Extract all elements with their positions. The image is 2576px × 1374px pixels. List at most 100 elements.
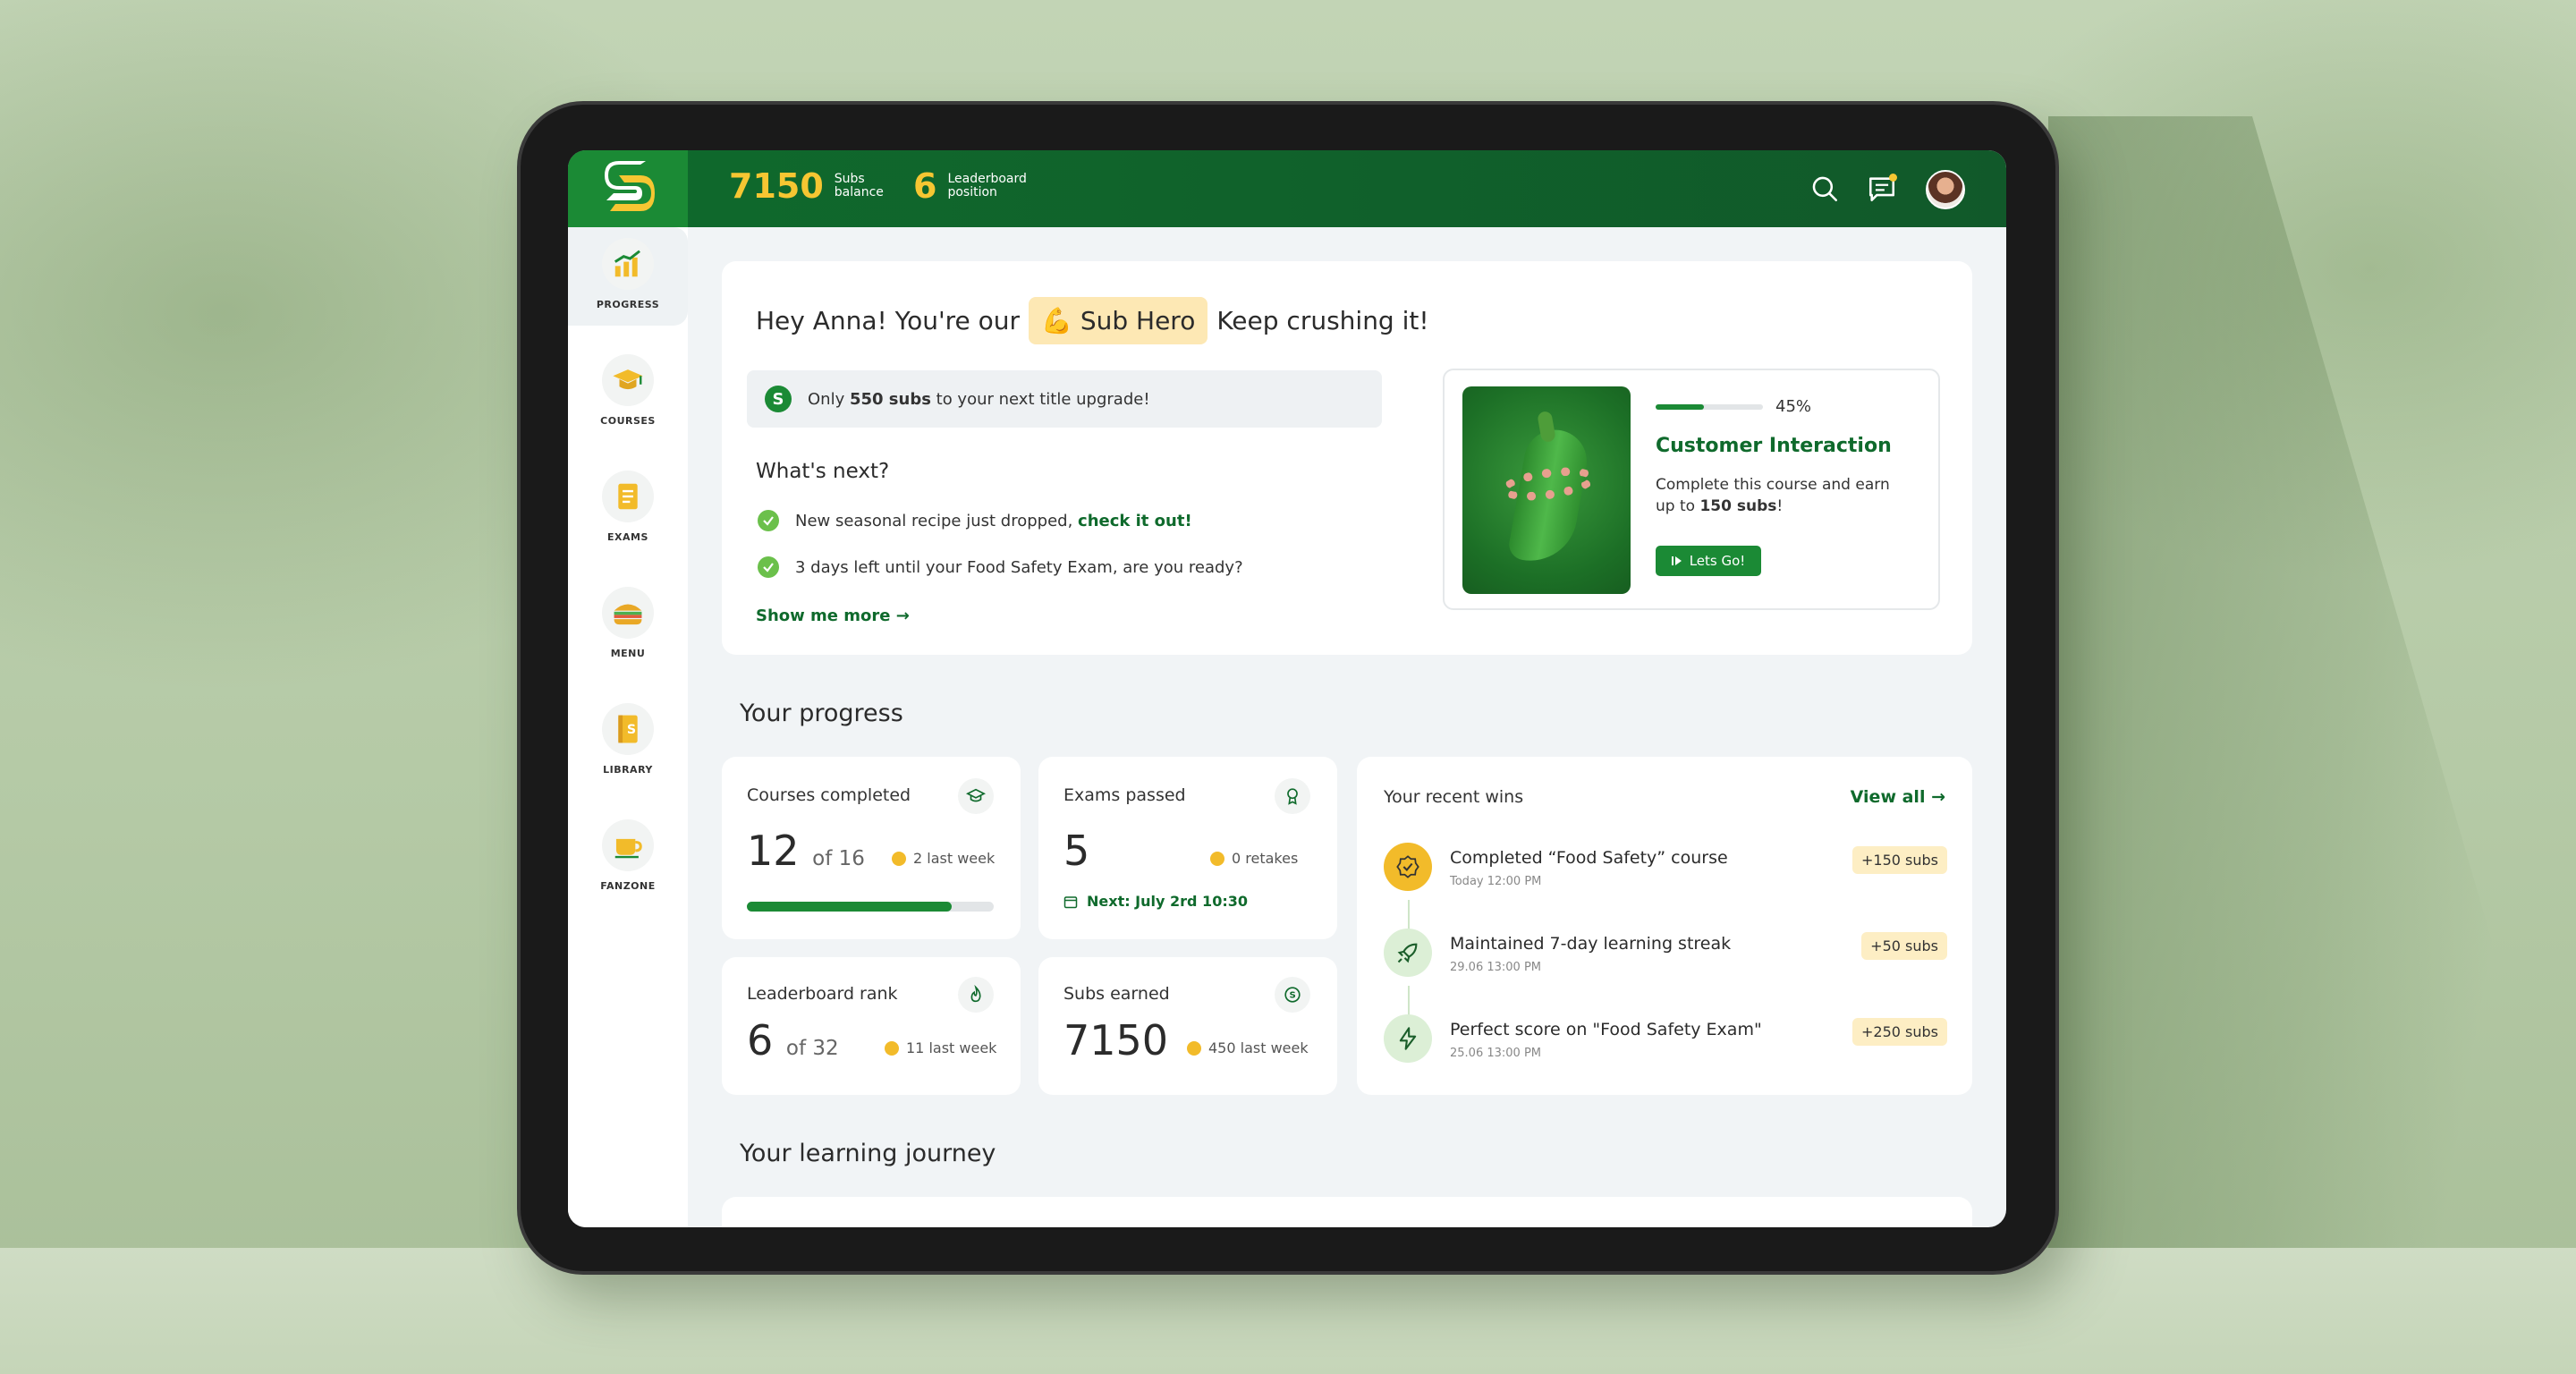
courses-progress-fill (747, 902, 953, 912)
cup-icon-wrap (602, 819, 654, 871)
app-screen: 7150 Subs balance 6 Leaderboard position… (568, 150, 2006, 1227)
view-all-link[interactable]: View all → (1851, 787, 1945, 807)
subs-earned-card[interactable]: Subs earned S 7150 450 last week (1038, 957, 1337, 1095)
win-badge: +250 subs (1852, 1018, 1947, 1046)
lets-go-button[interactable]: Lets Go! (1656, 546, 1761, 576)
sidebar: PROGRESS COURSES EXAMS MENU S LIBRARY FA… (568, 227, 688, 1227)
stat-label: Courses completed (747, 785, 911, 805)
journey-card (722, 1197, 1972, 1227)
hero-greeting: Hey Anna! You're our 💪 Sub Hero Keep cru… (756, 297, 1429, 344)
leaderboard-label: Leaderboard position (947, 172, 1027, 199)
chart-icon (614, 250, 640, 277)
graduation-cap-icon (613, 369, 643, 390)
flame-icon (958, 977, 994, 1013)
award-icon (1275, 778, 1310, 814)
stat-value: 12 of 16 (747, 827, 865, 875)
coin-icon (1187, 1040, 1201, 1056)
win-item[interactable]: Completed “Food Safety” course Today 12:… (1384, 843, 1947, 896)
greeting-pre: Hey Anna! You're our (756, 306, 1021, 335)
sidebar-item-exams[interactable]: EXAMS (568, 460, 688, 558)
exams-note: 0 retakes (1232, 850, 1299, 867)
win-time: 25.06 13:00 PM (1450, 1047, 1542, 1060)
show-more-link[interactable]: Show me more → (756, 606, 910, 625)
course-title: Customer Interaction (1656, 435, 1892, 457)
win-text: Perfect score on "Food Safety Exam" (1450, 1020, 1762, 1039)
svg-text:S: S (1290, 991, 1296, 1001)
title-badge: 💪 Sub Hero (1029, 297, 1208, 344)
upgrade-banner: S Only 550 subs to your next title upgra… (747, 370, 1382, 428)
subs-balance-value: 7150 (729, 166, 824, 206)
clipboard-icon-wrap (602, 471, 654, 522)
sidebar-label: MENU (610, 648, 646, 659)
svg-text:S: S (627, 723, 636, 737)
stat-note: 11 last week (885, 1039, 996, 1056)
leaderboard-value: 6 (913, 166, 937, 206)
book-icon-wrap: S (602, 703, 654, 755)
stat-note: 0 retakes (1210, 850, 1298, 867)
graduation-cap-icon-wrap (602, 354, 654, 406)
sandwich-icon (614, 604, 642, 625)
journey-section-title: Your learning journey (740, 1140, 996, 1167)
wins-title: Your recent wins (1384, 787, 1524, 807)
sandwich-icon-wrap (602, 587, 654, 639)
app-logo[interactable] (568, 150, 688, 227)
search-button[interactable] (1808, 172, 1842, 206)
stat-value: 5 (1063, 827, 1090, 875)
book-icon: S (618, 715, 638, 743)
win-time: 29.06 13:00 PM (1450, 961, 1542, 974)
subs-note: 450 last week (1208, 1039, 1309, 1056)
hero-card: Hey Anna! You're our 💪 Sub Hero Keep cru… (722, 261, 1972, 655)
whats-next-heading: What's next? (756, 460, 890, 483)
course-description: Complete this course and earn up to 150 … (1656, 474, 1897, 517)
leaderboard-position: 6 Leaderboard position (913, 166, 1046, 206)
sidebar-item-fanzone[interactable]: FANZONE (568, 809, 688, 907)
next-exam-date: Next: July 2rd 10:30 (1063, 893, 1248, 910)
check-badge-icon (1384, 843, 1432, 891)
messages-button[interactable] (1865, 172, 1899, 206)
check-it-out-link[interactable]: check it out! (1078, 512, 1192, 530)
stat-note: 450 last week (1187, 1039, 1309, 1056)
upgrade-post: to your next title upgrade! (930, 389, 1150, 409)
calendar-icon (1063, 895, 1078, 908)
lightning-icon (1384, 1014, 1432, 1063)
next-item-text: New seasonal recipe just dropped, (795, 511, 1079, 530)
top-bar: 7150 Subs balance 6 Leaderboard position (568, 150, 2006, 227)
course-progress-fill (1656, 404, 1704, 410)
sidebar-item-library[interactable]: S LIBRARY (568, 692, 688, 791)
leaderboard-rank-card[interactable]: Leaderboard rank 6 of 32 11 last week (722, 957, 1021, 1095)
sidebar-label: LIBRARY (603, 764, 653, 776)
lets-go-label: Lets Go! (1689, 553, 1746, 569)
next-item-text: 3 days left until your Food Safety Exam,… (795, 557, 1243, 577)
check-icon (758, 510, 779, 531)
pepper-image (1462, 386, 1631, 594)
next-item: 3 days left until your Food Safety Exam,… (758, 556, 1243, 578)
progress-section-title: Your progress (740, 700, 903, 727)
sidebar-item-courses[interactable]: COURSES (568, 344, 688, 442)
course-card[interactable]: 45% Customer Interaction Complete this c… (1443, 369, 1940, 610)
subs-balance: 7150 Subs balance (729, 166, 897, 206)
subs-coin-icon: S (765, 386, 792, 412)
coin-icon (892, 851, 906, 866)
notification-dot (1889, 174, 1897, 182)
course-progress-bar (1656, 404, 1763, 410)
sidebar-item-menu[interactable]: MENU (568, 576, 688, 674)
check-icon (758, 556, 779, 578)
courses-progress-bar (747, 902, 994, 912)
rank-of: of 32 (785, 1037, 839, 1060)
win-item[interactable]: Perfect score on "Food Safety Exam" 25.0… (1384, 1014, 1947, 1068)
stat-value: 7150 (1063, 1016, 1169, 1064)
win-text: Completed “Food Safety” course (1450, 848, 1728, 868)
win-text: Maintained 7-day learning streak (1450, 934, 1732, 954)
course-desc-bold: 150 subs (1699, 497, 1777, 515)
courses-note: 2 last week (913, 850, 996, 867)
user-avatar[interactable] (1926, 170, 1965, 209)
exams-passed-card[interactable]: Exams passed 5 0 retakes Next: July 2rd … (1038, 757, 1337, 939)
courses-completed-card[interactable]: Courses completed 12 of 16 2 last week (722, 757, 1021, 939)
upgrade-bold: 550 subs (849, 389, 931, 409)
subway-logo-icon (605, 161, 655, 211)
sidebar-label: COURSES (600, 415, 656, 427)
stat-value: 6 of 32 (747, 1016, 839, 1064)
win-time: Today 12:00 PM (1450, 875, 1542, 888)
sidebar-item-progress[interactable]: PROGRESS (568, 227, 688, 326)
win-item[interactable]: Maintained 7-day learning streak 29.06 1… (1384, 929, 1947, 982)
